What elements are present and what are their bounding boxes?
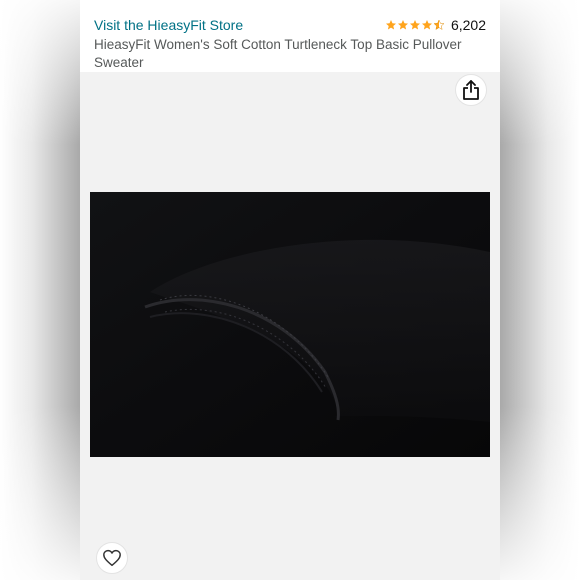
star-icon (385, 20, 396, 30)
heart-icon (103, 549, 121, 567)
product-title: HieasyFit Women's Soft Cotton Turtleneck… (94, 37, 462, 70)
blurred-background-right (500, 0, 580, 580)
rating-count[interactable]: 6,202 (451, 17, 486, 33)
star-icon (397, 20, 408, 30)
share-button[interactable] (455, 74, 487, 106)
star-half-icon (433, 19, 445, 30)
sleeve-cuff-photo (90, 192, 490, 457)
wishlist-button[interactable] (96, 542, 128, 574)
star-icon (421, 20, 432, 30)
product-detail-panel: Visit the HieasyFit Store 6,202 HieasyFi… (80, 0, 500, 580)
store-link[interactable]: Visit the HieasyFit Store (94, 17, 243, 33)
share-icon (463, 80, 479, 100)
star-icon (409, 20, 420, 30)
star-rating (385, 19, 445, 31)
product-image[interactable] (90, 192, 490, 457)
rating-summary[interactable]: 6,202 (385, 17, 486, 33)
blurred-background-left (0, 0, 80, 580)
